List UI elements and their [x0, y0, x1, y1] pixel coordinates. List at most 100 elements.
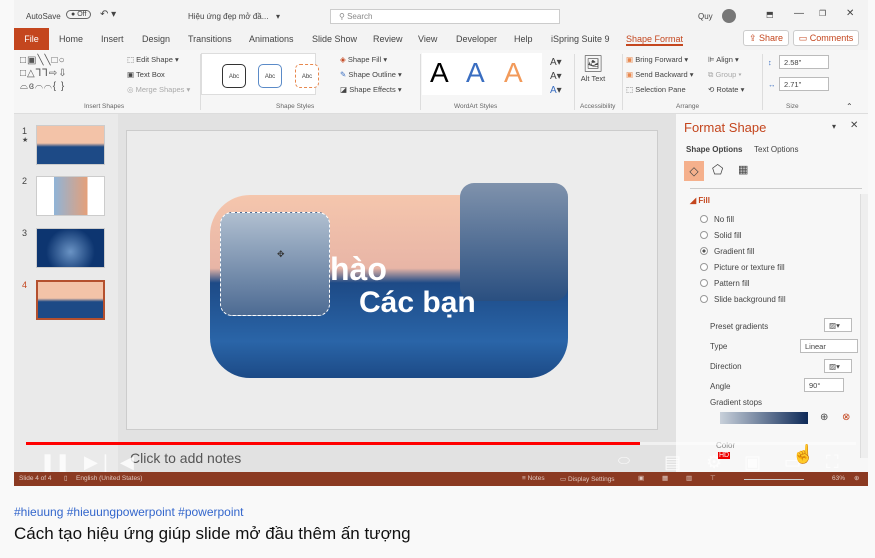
- alt-text-button[interactable]: 🖼 Alt Text: [578, 54, 608, 83]
- add-stop-icon[interactable]: ⊕: [820, 412, 828, 423]
- tab-developer[interactable]: Developer: [456, 34, 497, 44]
- tab-transitions[interactable]: Transitions: [188, 34, 232, 44]
- angle-spinner[interactable]: 90°: [804, 378, 844, 392]
- fill-option-radio[interactable]: Slide background fill: [700, 295, 786, 304]
- close-pane-icon[interactable]: ✕: [850, 120, 858, 131]
- avatar[interactable]: [722, 9, 736, 23]
- slide-thumbnail-4-selected[interactable]: [36, 280, 105, 320]
- gradient-shape-right[interactable]: [460, 183, 568, 301]
- reading-view-icon[interactable]: ▥: [686, 474, 692, 482]
- shape-fill-button[interactable]: ◈ Shape Fill ▾: [340, 55, 387, 64]
- height-field[interactable]: 2.58": [779, 55, 829, 69]
- wordart-gallery[interactable]: A A A: [422, 53, 542, 95]
- slideshow-icon[interactable]: ⊤: [710, 474, 716, 482]
- tab-slide-show[interactable]: Slide Show: [312, 34, 357, 44]
- close-icon[interactable]: ✕: [846, 8, 854, 19]
- fill-option-radio[interactable]: No fill: [700, 215, 734, 224]
- tab-animations[interactable]: Animations: [249, 34, 294, 44]
- fill-line-icon[interactable]: ◇: [684, 161, 704, 181]
- subtitles-icon[interactable]: ▤: [664, 452, 681, 473]
- shape-outline-button[interactable]: ✎ Shape Outline ▾: [340, 70, 402, 79]
- direction-dropdown[interactable]: ▨▾: [824, 359, 852, 373]
- edit-shape-button[interactable]: ⬚ Edit Shape ▾: [127, 55, 179, 64]
- video-hashtags[interactable]: #hieuung #hieuungpowerpoint #powerpoint: [14, 505, 244, 519]
- wordart-orange[interactable]: A: [504, 57, 523, 89]
- merge-shapes-button[interactable]: ◎ Merge Shapes ▾: [127, 85, 190, 94]
- selection-pane-button[interactable]: ⬚ Selection Pane: [626, 85, 686, 94]
- gradient-shape-selected[interactable]: [220, 212, 330, 316]
- zoom-slider[interactable]: [744, 479, 804, 480]
- collapse-ribbon-icon[interactable]: ⌃: [846, 102, 853, 111]
- tab-view[interactable]: View: [418, 34, 437, 44]
- fill-option-radio[interactable]: Solid fill: [700, 231, 742, 240]
- slide-text-line1[interactable]: hào: [330, 251, 387, 288]
- shape-styles-gallery[interactable]: Abc Abc Abc: [201, 53, 319, 95]
- fill-section-header[interactable]: ◢ Fill: [690, 196, 710, 205]
- preset-gradients-dropdown[interactable]: ▨▾: [824, 318, 852, 332]
- shape-effects-button[interactable]: ◪ Shape Effects ▾: [340, 85, 402, 94]
- tab-ispring[interactable]: iSpring Suite 9: [551, 34, 610, 44]
- autosave-toggle[interactable]: ● Off: [66, 10, 92, 19]
- tab-design[interactable]: Design: [142, 34, 170, 44]
- notes-placeholder[interactable]: Click to add notes: [130, 450, 241, 466]
- rotate-button[interactable]: ⟲ Rotate ▾: [708, 85, 744, 94]
- pause-icon[interactable]: ❚❚: [40, 452, 70, 473]
- comments-button[interactable]: ▭ Comments: [793, 30, 859, 46]
- tab-review[interactable]: Review: [373, 34, 403, 44]
- zoom-level[interactable]: 63%: [832, 475, 845, 482]
- tab-help[interactable]: Help: [514, 34, 533, 44]
- text-fill-outline-effects[interactable]: A▾ A▾ A▾: [550, 56, 562, 98]
- tab-insert[interactable]: Insert: [101, 34, 124, 44]
- align-button[interactable]: ⊫ Align ▾: [708, 55, 739, 64]
- pane-scrollbar[interactable]: [860, 194, 868, 458]
- language[interactable]: English (United States): [76, 475, 142, 482]
- miniplayer-icon[interactable]: ▣: [744, 452, 761, 473]
- undo-icon[interactable]: ↶ ▾: [100, 9, 116, 20]
- slide-sorter-icon[interactable]: ▦: [662, 474, 668, 482]
- effects-pentagon-icon[interactable]: ⬠: [712, 162, 723, 178]
- tab-text-options[interactable]: Text Options: [754, 145, 798, 154]
- send-backward-button[interactable]: ▣ Send Backward ▾: [626, 70, 694, 79]
- spellcheck-icon[interactable]: ▯: [64, 474, 68, 482]
- style-preset-blue[interactable]: Abc: [258, 64, 282, 88]
- type-dropdown[interactable]: Linear: [800, 339, 858, 353]
- size-properties-icon[interactable]: ▦: [738, 163, 748, 176]
- group-button[interactable]: ⧉ Group ▾: [708, 70, 742, 80]
- restore-icon[interactable]: ❐: [819, 9, 826, 18]
- width-field[interactable]: 2.71": [779, 77, 829, 91]
- slide-thumbnail-2[interactable]: [36, 176, 105, 216]
- slide-text-line2[interactable]: Các bạn: [359, 286, 476, 320]
- notes-button[interactable]: ≡ Notes: [522, 475, 545, 482]
- tab-file[interactable]: File: [14, 28, 49, 50]
- gradient-stops-bar[interactable]: [720, 412, 808, 424]
- display-settings-button[interactable]: ▭ Display Settings: [560, 475, 615, 483]
- ribbon-display-icon[interactable]: ⬒: [766, 10, 774, 19]
- style-preset-orange[interactable]: Abc: [295, 64, 319, 88]
- tab-home[interactable]: Home: [59, 34, 83, 44]
- slide-canvas[interactable]: ✥ hào Các bạn: [126, 130, 658, 430]
- fullscreen-icon[interactable]: ⛶: [826, 452, 839, 473]
- shapes-gallery[interactable]: □▣╲╲□○ □△⅂⅂⇨⇩ ⌓ɞ⌒⌒{ }: [20, 54, 118, 94]
- video-progress-bar[interactable]: [26, 442, 856, 445]
- fill-option-radio[interactable]: Pattern fill: [700, 279, 750, 288]
- fill-option-radio[interactable]: Gradient fill: [700, 247, 754, 256]
- bring-forward-button[interactable]: ▣ Bring Forward ▾: [626, 55, 688, 64]
- fill-option-radio[interactable]: Picture or texture fill: [700, 263, 785, 272]
- wordart-blue[interactable]: A: [466, 57, 485, 89]
- volume-icon[interactable]: ◀: [120, 452, 134, 473]
- video-player[interactable]: AutoSave ● Off ↶ ▾ Hiệu ứng đẹp mở đầ...…: [14, 0, 868, 486]
- normal-view-icon[interactable]: ▣: [638, 474, 644, 482]
- next-icon[interactable]: ▶❘: [84, 452, 113, 473]
- text-box-button[interactable]: ▣ Text Box: [127, 70, 165, 79]
- document-title[interactable]: Hiệu ứng đẹp mở đầ...: [188, 12, 268, 21]
- minimize-icon[interactable]: —: [794, 8, 804, 19]
- slide-thumbnail-1[interactable]: [36, 125, 105, 165]
- tab-shape-options[interactable]: Shape Options: [686, 145, 742, 154]
- autoplay-toggle[interactable]: ⬭: [618, 452, 630, 469]
- search-input[interactable]: ⚲ Search: [330, 9, 560, 24]
- pane-options-icon[interactable]: ▾: [832, 122, 836, 131]
- tab-shape-format[interactable]: Shape Format: [626, 34, 684, 46]
- fit-slide-icon[interactable]: ⊕: [854, 474, 859, 482]
- remove-stop-icon[interactable]: ⊗: [842, 412, 850, 423]
- style-preset-dark[interactable]: Abc: [222, 64, 246, 88]
